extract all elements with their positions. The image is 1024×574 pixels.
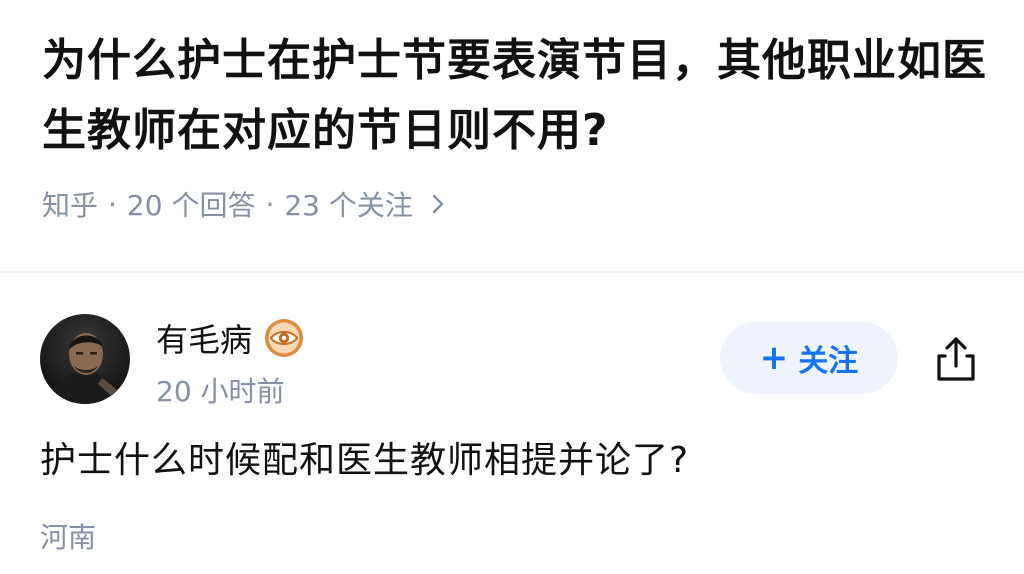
- answer-time: 20 小时前: [156, 375, 285, 408]
- answer-count: 20 个回答: [126, 189, 256, 222]
- section-divider: [0, 271, 1024, 273]
- chevron-right-icon[interactable]: [431, 193, 445, 215]
- follow-label: 关注: [798, 344, 859, 379]
- answer-author-bar: 有毛病 20 小时前 + 关注: [40, 314, 984, 408]
- avatar[interactable]: [40, 314, 130, 404]
- answer-location: 河南: [40, 521, 97, 554]
- follower-count: 23 个关注: [284, 189, 413, 222]
- author-name[interactable]: 有毛病: [156, 315, 252, 361]
- share-button[interactable]: [930, 332, 982, 386]
- plus-icon: +: [759, 338, 789, 378]
- author-info: 有毛病: [156, 316, 304, 360]
- meta-separator: ·: [265, 187, 275, 221]
- question-title[interactable]: 为什么护士在护士节要表演节目，其他职业如医生教师在对应的节日则不用?: [42, 26, 1002, 166]
- answer-content[interactable]: 护士什么时候配和医生教师相提并论了?: [40, 434, 689, 488]
- follow-button[interactable]: + 关注: [720, 322, 898, 394]
- question-meta[interactable]: 知乎 · 20 个回答 · 23 个关注: [42, 184, 1002, 224]
- answer-page: 为什么护士在护士节要表演节目，其他职业如医生教师在对应的节日则不用? 知乎 · …: [0, 0, 1024, 574]
- source-label: 知乎: [42, 189, 99, 222]
- eye-badge-icon: [264, 318, 304, 358]
- question-header: 为什么护士在护士节要表演节目，其他职业如医生教师在对应的节日则不用? 知乎 · …: [42, 26, 1002, 224]
- meta-separator: ·: [108, 187, 117, 221]
- share-icon: [937, 337, 975, 381]
